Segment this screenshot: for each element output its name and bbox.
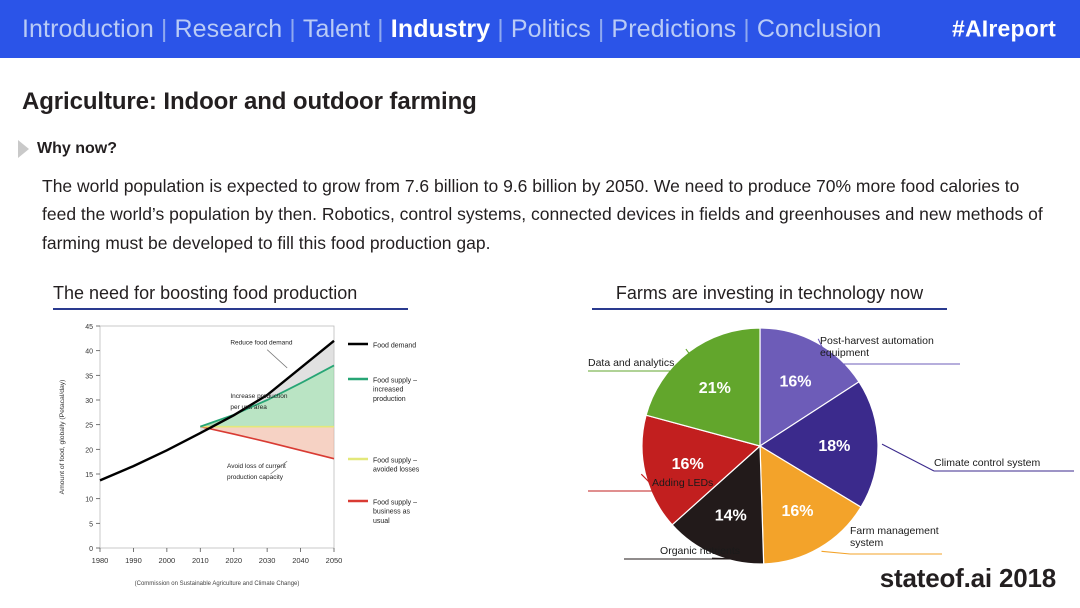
nav-item-conclusion[interactable]: Conclusion [757,15,882,44]
left-chart-heading: The need for boosting food production [53,283,408,310]
y-tick-label: 10 [85,497,93,504]
pie-callout-label-0: Post-harvest automation [820,335,934,347]
nav-item-politics[interactable]: Politics [511,15,591,44]
legend-label-2: avoided losses [373,467,420,474]
legend-label-3: business as [373,509,410,516]
why-now-label: Why now? [37,140,117,157]
pie-callout-leader-2 [821,550,851,555]
pie-callout-leader-1 [881,443,935,472]
pie-chart-farm-technology: 16% 18% 16% 14% 16% 21% Post-harvest automatio… [562,318,1080,586]
x-tick-label: 2050 [326,556,343,565]
chart-source-caption: (Commission on Sustainable Agriculture a… [135,581,300,587]
x-tick-label: 2000 [159,556,176,565]
y-tick-label: 45 [85,324,93,331]
y-tick-label: 20 [85,447,93,454]
pie-callout-label-2: system [850,537,884,549]
y-tick-label: 15 [85,472,93,479]
pie-value-label-4: 16% [672,456,704,473]
triangle-bullet-icon [18,140,29,158]
y-tick-label: 5 [89,521,93,528]
pie-value-label-3: 14% [715,507,747,524]
pie-chart-svg: 16% 18% 16% 14% 16% 21% Post-harvest automatio… [588,327,1074,565]
line-chart-food-production: 0 5 10 15 20 25 30 35 40 45 1980 1990 2000 2010 2020 20… [52,316,472,588]
report-hashtag: #AIreport [951,15,1056,42]
brand-label: stateof.ai 2018 [879,563,1056,593]
y-tick-label: 25 [85,423,93,430]
nav-separator: | [497,14,504,43]
top-navigation-bar: Introduction | Research | Talent | Indus… [0,0,1080,58]
nav-separator: | [160,14,168,43]
x-tick-label: 1980 [92,556,109,565]
legend-label-3: usual [373,518,390,525]
nav-separator: | [377,14,384,43]
nav-separator: | [743,14,750,43]
line-chart-svg: 0 5 10 15 20 25 30 35 40 45 1980 1990 2000 2010 2020 20… [59,324,420,587]
right-chart-heading: Farms are investing in technology now [592,283,947,310]
annotation-increase-production-2: per unit area [230,404,267,411]
pie-callout-label-1: Climate control system [934,457,1040,469]
y-tick-label: 30 [85,398,93,405]
legend-label-2: Food supply – [373,457,417,464]
y-tick-label: 35 [85,373,93,380]
x-tick-label: 2030 [259,556,276,565]
nav-item-introduction[interactable]: Introduction [22,15,154,44]
legend-label-1: increased [373,387,403,394]
y-tick-label: 0 [89,546,93,553]
pie-callout-label-0: equipment [820,347,869,359]
annotation-reduce-food-demand: Reduce food demand [230,340,293,347]
legend-label-1: Food supply – [373,377,417,384]
pie-value-label-5: 21% [699,380,731,397]
pie-value-label-0: 16% [779,374,811,391]
legend-label-3: Food supply – [373,499,417,506]
pie-callout-label-4: Adding LEDs [652,477,713,489]
nav-item-predictions[interactable]: Predictions [611,15,736,44]
pie-callout-label-3: Organic nutrients [660,545,740,557]
legend-label-1: production [373,396,406,403]
x-tick-label: 1990 [125,556,142,565]
x-tick-label: 2010 [192,556,209,565]
annotation-increase-production-1: Increase production [230,393,287,400]
pie-value-label-2: 16% [781,503,813,520]
pie-value-label-1: 18% [818,438,850,455]
legend-label-0: Food demand [373,342,416,349]
nav-items: Introduction | Research | Talent | Indus… [22,15,882,44]
why-now-bullet: Why now? [18,140,117,158]
y-tick-label: 40 [85,349,93,356]
nav-item-industry[interactable]: Industry [391,15,490,44]
x-tick-label: 2020 [225,556,242,565]
page-title: Agriculture: Indoor and outdoor farming [22,88,477,115]
nav-separator: | [289,14,296,43]
nav-item-talent[interactable]: Talent [303,15,370,44]
body-paragraph: The world population is expected to grow… [42,176,1043,253]
nav-item-research[interactable]: Research [174,15,282,44]
x-tick-label: 2040 [292,556,309,565]
pie-callout-label-2: Farm management [850,525,939,537]
y-axis-label: Amount of food, globally (Petacal/day) [59,380,66,495]
nav-separator: | [597,14,605,43]
annotation-avoid-loss-2: production capacity [227,474,284,481]
pie-callout-label-5: Data and analytics [588,357,674,369]
